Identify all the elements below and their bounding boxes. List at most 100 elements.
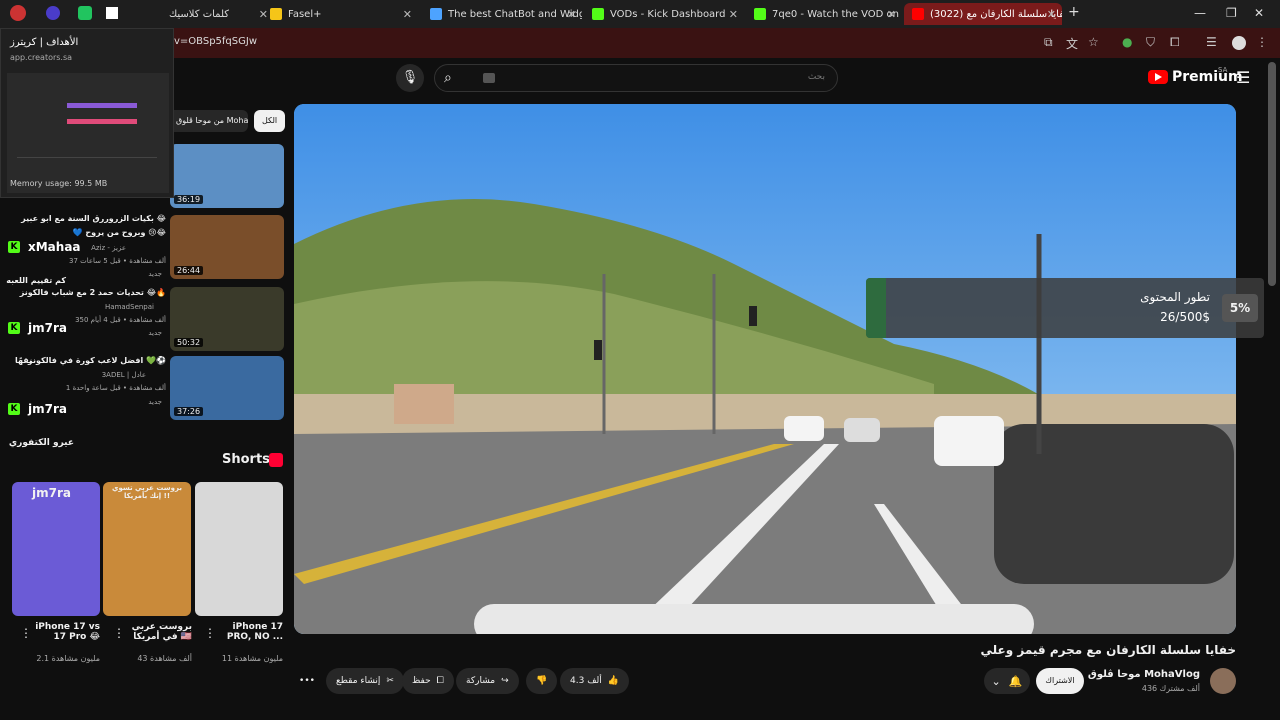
related-video-channel[interactable]: HamadSenpai xyxy=(105,303,154,311)
extension-icon[interactable] xyxy=(106,7,118,19)
save-button[interactable]: حفظ ⧠ xyxy=(402,668,454,694)
tab-title: The best ChatBot and Widgets xyxy=(448,8,582,20)
chevron-down-icon: ⌄ xyxy=(991,674,1001,688)
search-input[interactable]: بحث xyxy=(434,64,838,92)
tab[interactable]: 7qe0 - Watch the VOD on Kick ✕ xyxy=(746,3,902,25)
extension-icon[interactable] xyxy=(78,6,92,20)
reading-list-icon[interactable]: ☰ xyxy=(1206,35,1217,49)
more-icon[interactable]: ⋮ xyxy=(1256,35,1268,49)
more-icon[interactable]: ⋮ xyxy=(113,626,125,640)
popup-domain: app.creators.sa xyxy=(10,53,73,62)
address-bar[interactable]: v=OBSp5fqSGJw ⧉ 文 ☆ ● ⛉ ⧠ ☰ ⋮ xyxy=(0,28,1280,58)
tab[interactable]: كلمات كلاسيك ✕ xyxy=(124,3,274,25)
like-button[interactable]: 4.3 ألف 👍 xyxy=(560,668,629,694)
related-video-channel[interactable]: 3ADEL | عادل xyxy=(102,371,146,379)
tab[interactable]: The best ChatBot and Widgets ✕ xyxy=(422,3,582,25)
video-duration: 36:19 xyxy=(174,195,204,204)
puzzle-icon[interactable]: ⧠ xyxy=(1170,35,1180,50)
microphone-icon[interactable]: 🎙 xyxy=(396,64,424,92)
dislike-button[interactable]: 👎 xyxy=(526,668,558,694)
close-icon[interactable]: ✕ xyxy=(567,8,576,21)
short-views: 43 ألف مشاهدة xyxy=(137,654,192,663)
close-icon[interactable]: ✕ xyxy=(887,8,896,21)
scissors-icon: ✂ xyxy=(386,676,394,686)
clip-button[interactable]: إنشاء مقطع ✂ xyxy=(326,668,404,694)
avatar[interactable] xyxy=(1232,36,1246,50)
search-icon[interactable]: ⌕ xyxy=(444,70,452,86)
thumbs-down-icon: 👎 xyxy=(536,676,548,686)
youtube-logo[interactable]: Premium SA xyxy=(1148,66,1243,85)
tab-title: (3022) خفايا سلسلة الكارفان مع xyxy=(930,8,1062,20)
popup-title: الأهداف | كريترز xyxy=(10,37,79,48)
chip-all[interactable]: الكل xyxy=(254,110,286,132)
extension-icon[interactable]: ● xyxy=(1122,35,1132,49)
tab-hover-card: الأهداف | كريترز app.creators.sa Memory … xyxy=(0,28,174,198)
related-video-channel[interactable]: Aziz - عزيز xyxy=(91,244,126,252)
more-icon[interactable]: ⋮ xyxy=(20,626,32,640)
new-badge: جديد xyxy=(148,270,162,278)
tab-active[interactable]: (3022) خفايا سلسلة الكارفان مع ✕ xyxy=(904,3,1062,25)
divider xyxy=(17,157,157,158)
channel-avatar[interactable] xyxy=(1210,668,1236,694)
related-video-thumbnail[interactable]: 50:32 xyxy=(170,287,284,351)
kick-icon: K xyxy=(8,403,20,415)
short-thumbnail[interactable] xyxy=(195,482,283,616)
short-thumbnail[interactable]: jm7ra xyxy=(12,482,100,616)
chat-message: بقهًا xyxy=(14,356,32,365)
translate-icon[interactable]: 文 xyxy=(1066,35,1078,52)
donation-goal-overlay: تطور المحتوى 26/500$ xyxy=(866,278,1264,338)
share-label: مشاركة xyxy=(466,676,496,686)
kick-icon: K xyxy=(8,241,20,253)
video-duration: 50:32 xyxy=(174,338,204,347)
extension-icon[interactable] xyxy=(46,6,60,20)
related-video-thumbnail[interactable]: 36:19 xyxy=(170,144,284,208)
tab-favicon-icon xyxy=(430,8,442,20)
related-video-title[interactable]: افضل لاعب كورة في فالكونز 💚⚽ xyxy=(28,356,166,365)
short-views: 2.1 مليون مشاهدة xyxy=(36,654,100,663)
tab-title: Fasel+ xyxy=(288,8,322,20)
channel-name[interactable]: موحا ڤلوق MohaVlog xyxy=(1088,669,1200,680)
notifications-button[interactable]: ⌄ 🔔 xyxy=(984,668,1030,694)
close-icon[interactable]: ✕ xyxy=(1047,8,1056,21)
related-video-title[interactable]: تحديات حمد 2 مع شباب فالكونز 😂🔥 xyxy=(20,288,166,297)
keyboard-icon[interactable] xyxy=(483,73,495,83)
related-video-thumbnail[interactable]: 26:44 xyxy=(170,215,284,279)
youtube-play-icon xyxy=(1148,70,1168,84)
subscribe-button[interactable]: الاشتراك xyxy=(1036,668,1084,694)
chat-user: jm7ra xyxy=(32,486,71,500)
video-frame xyxy=(294,104,1236,634)
close-window-icon[interactable]: ✕ xyxy=(1254,6,1264,20)
tab[interactable]: VODs - Kick Dashboard ✕ xyxy=(584,3,744,25)
close-icon[interactable]: ✕ xyxy=(729,8,738,21)
scrollbar-thumb[interactable] xyxy=(1268,62,1276,286)
kick-icon: K xyxy=(8,322,20,334)
star-icon[interactable]: ☆ xyxy=(1088,35,1099,49)
close-icon[interactable]: ✕ xyxy=(403,8,412,21)
profile-icon[interactable] xyxy=(10,5,26,21)
hamburger-menu-icon[interactable]: ☰ xyxy=(1236,68,1250,87)
cast-icon[interactable]: ⧉ xyxy=(1044,35,1053,50)
new-tab-icon[interactable]: + xyxy=(1068,4,1080,20)
short-title[interactable]: iPhone 17 vs 17 Pro 😂 xyxy=(20,622,100,642)
minimize-icon[interactable]: — xyxy=(1194,6,1206,20)
short-thumbnail[interactable]: بروست عربي تسوي إنك بأمريكا !! xyxy=(103,482,191,616)
chip-channel[interactable]: من موحا ڤلوق MohaVlog xyxy=(168,110,248,132)
more-icon[interactable]: ⋮ xyxy=(204,626,216,640)
short-title[interactable]: iPhone 17 PRO, NO ... xyxy=(217,622,283,642)
shield-icon[interactable]: ⛉ xyxy=(1146,35,1155,50)
short-title[interactable]: بروست عربي في أمريكا 🇺🇸 xyxy=(126,622,192,642)
related-video-title[interactable]: 💙 وبروح من يروح 😢😂 xyxy=(73,228,166,237)
related-video-thumbnail[interactable]: 37:26 xyxy=(170,356,284,420)
scrollbar[interactable] xyxy=(1268,62,1276,682)
youtube-icon xyxy=(912,8,924,20)
browser-tab-bar: كلمات كلاسيك ✕ Fasel+ ✕ The best ChatBot… xyxy=(0,0,1280,28)
chat-user: KxMahaa xyxy=(8,240,81,254)
video-player[interactable] xyxy=(294,104,1236,634)
video-title: خفايا سلسلة الكارفان مع مجرم قيمز وعلي xyxy=(980,643,1237,657)
related-video-title[interactable]: بكيات الزروررق السنة مع ابو عبير 😂 xyxy=(21,214,166,223)
share-button[interactable]: مشاركة ↪ xyxy=(456,668,519,694)
more-actions-icon[interactable]: ••• xyxy=(296,668,318,694)
url-text[interactable]: v=OBSp5fqSGJw xyxy=(174,36,257,47)
tab[interactable]: Fasel+ ✕ xyxy=(262,3,418,25)
maximize-icon[interactable]: ❐ xyxy=(1226,6,1237,20)
